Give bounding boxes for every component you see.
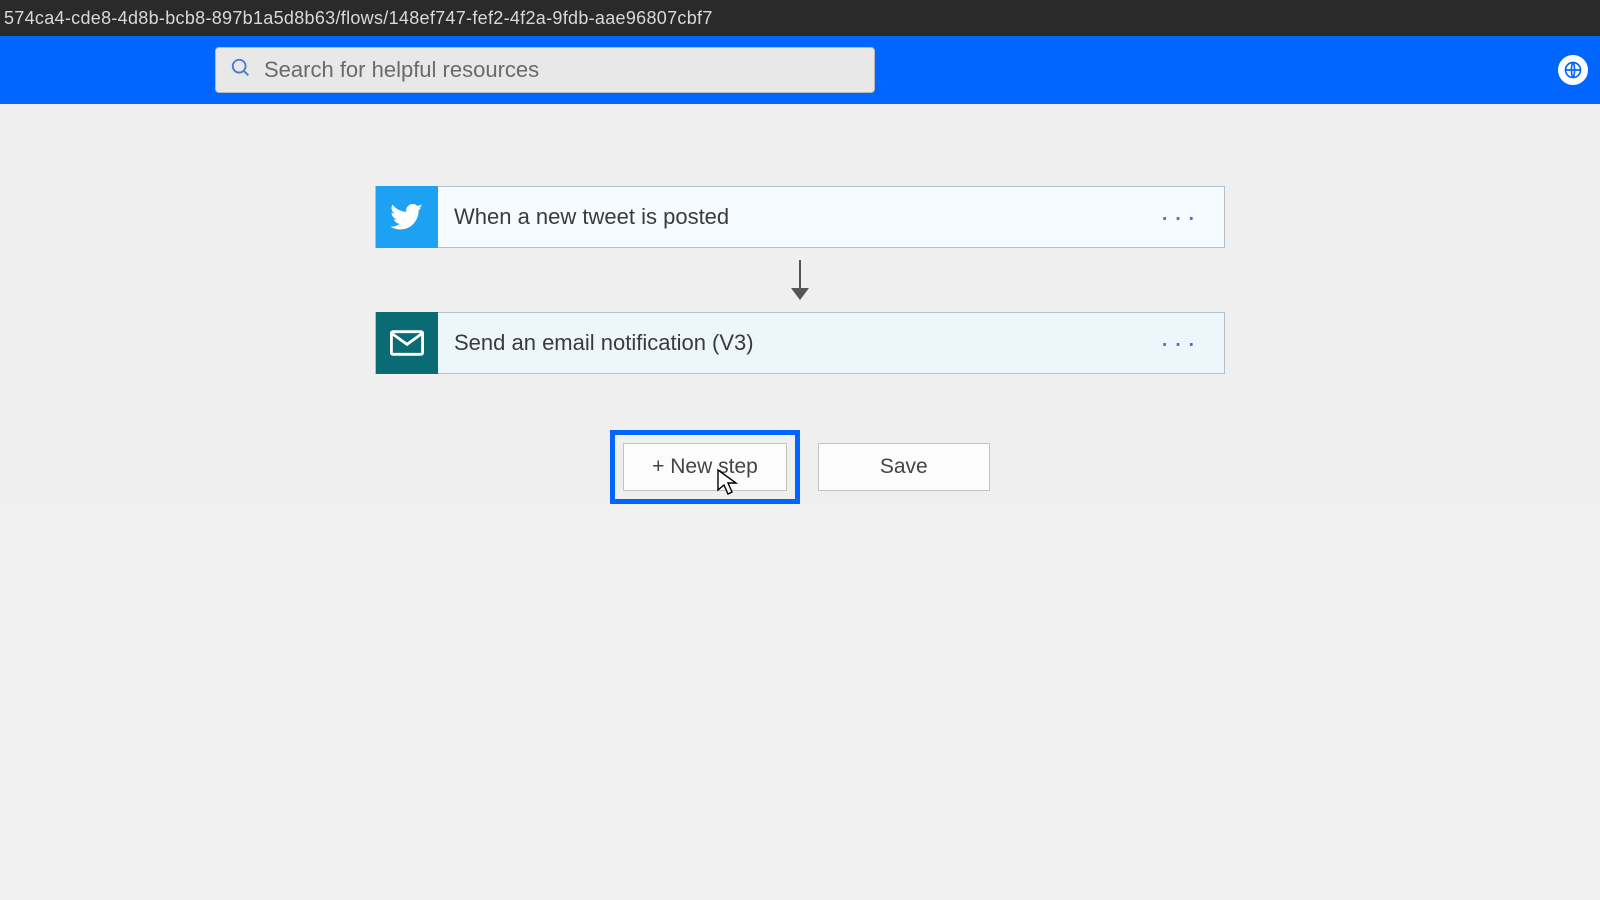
action-card[interactable]: Send an email notification (V3) ··· <box>375 312 1225 374</box>
environment-icon[interactable] <box>1556 53 1590 87</box>
footer-buttons: + New step Save <box>610 430 990 504</box>
save-button[interactable]: Save <box>818 443 990 491</box>
action-title: Send an email notification (V3) <box>454 330 754 356</box>
browser-url-bar[interactable]: 574ca4-cde8-4d8b-bcb8-897b1a5d8b63/flows… <box>0 0 1600 36</box>
mail-icon <box>376 312 438 374</box>
search-icon <box>230 57 252 84</box>
connector-arrow[interactable] <box>788 260 812 300</box>
search-input[interactable] <box>264 57 860 83</box>
app-header <box>0 36 1600 104</box>
twitter-icon <box>376 186 438 248</box>
browser-url-text: 574ca4-cde8-4d8b-bcb8-897b1a5d8b63/flows… <box>4 8 713 29</box>
search-box[interactable] <box>215 47 875 93</box>
new-step-button[interactable]: + New step <box>623 443 787 491</box>
trigger-title: When a new tweet is posted <box>454 204 729 230</box>
flow-canvas: When a new tweet is posted ··· Send an e… <box>0 104 1600 504</box>
new-step-focus-ring: + New step <box>610 430 800 504</box>
trigger-card[interactable]: When a new tweet is posted ··· <box>375 186 1225 248</box>
